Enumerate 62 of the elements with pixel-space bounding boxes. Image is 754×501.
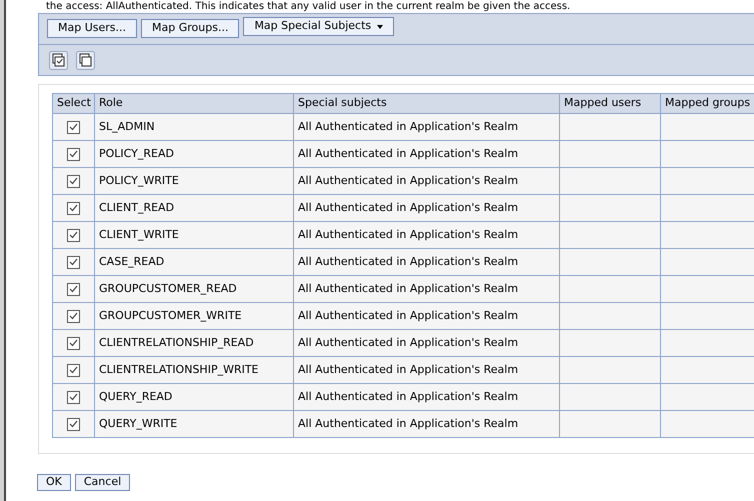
- role-name: SL_ADMIN: [99, 120, 155, 133]
- checkbox[interactable]: [67, 364, 80, 377]
- check-icon: [69, 150, 78, 158]
- column-header: Role: [94, 94, 294, 114]
- special-subjects-text: All Authenticated in Application's Realm: [298, 120, 518, 133]
- column-header: Mapped users: [560, 94, 660, 114]
- checkbox[interactable]: [67, 148, 80, 161]
- check-icon: [69, 285, 78, 294]
- role-name: GROUPCUSTOMER_READ: [99, 282, 237, 295]
- checkbox[interactable]: [67, 256, 80, 269]
- role-name: POLICY_READ: [99, 146, 174, 160]
- check-icon: [69, 123, 78, 132]
- check-icon: [69, 177, 78, 186]
- checkbox[interactable]: [67, 390, 80, 404]
- role-name: CLIENTRELATIONSHIP_WRITE: [99, 362, 259, 376]
- checkbox[interactable]: [67, 202, 80, 215]
- role-name: QUERY_WRITE: [99, 416, 178, 430]
- check-icon: [69, 204, 78, 212]
- check-icon: [69, 312, 78, 320]
- intro-text: the access: AllAuthenticated. This indicates that any valid user in the current realm be given the access.: [45, 0, 570, 13]
- map-button[interactable]: Map Groups...: [141, 19, 240, 38]
- special-subjects-text: All Authenticated in Application's Realm: [298, 308, 518, 322]
- check-icon: [69, 231, 78, 240]
- check-icon: [69, 258, 78, 266]
- checkbox[interactable]: [67, 418, 80, 431]
- role-name: QUERY_READ: [99, 390, 172, 403]
- role-name: CLIENT_WRITE: [99, 228, 179, 241]
- checkbox[interactable]: [67, 310, 80, 323]
- caret-icon: [377, 24, 384, 28]
- check-icon: [69, 393, 78, 402]
- dropdown-button[interactable]: Map Special Subjects: [243, 17, 394, 36]
- special-subjects-text: All Authenticated in Application's Realm: [298, 390, 518, 403]
- role-name: CLIENT_READ: [99, 200, 174, 214]
- special-subjects-text: All Authenticated in Application's Realm: [298, 282, 518, 295]
- special-subjects-text: All Authenticated in Application's Realm: [298, 416, 518, 430]
- special-subjects-text: All Authenticated in Application's Realm: [298, 228, 518, 241]
- role-name: CASE_READ: [99, 254, 164, 268]
- role-name: GROUPCUSTOMER_WRITE: [99, 308, 242, 322]
- checkbox[interactable]: [67, 336, 80, 350]
- special-subjects-text: All Authenticated in Application's Realm: [298, 174, 518, 187]
- checkbox[interactable]: [67, 174, 80, 188]
- special-subjects-text: All Authenticated in Application's Realm: [298, 146, 518, 160]
- check-icon: [69, 339, 78, 348]
- deselect-all-icon[interactable]: [76, 50, 95, 70]
- column-header: Special subjects: [294, 94, 560, 114]
- cancel-button[interactable]: Cancel: [74, 474, 130, 491]
- checkbox[interactable]: [67, 282, 80, 296]
- column-header: Mapped groups: [660, 94, 754, 114]
- role-name: CLIENTRELATIONSHIP_READ: [99, 336, 254, 349]
- checkbox[interactable]: [67, 228, 80, 242]
- map-button[interactable]: Map Users...: [47, 19, 138, 38]
- ok-button[interactable]: OK: [37, 474, 71, 491]
- special-subjects-text: All Authenticated in Application's Realm: [298, 254, 518, 268]
- check-icon: [69, 366, 78, 374]
- check-icon: [69, 420, 78, 428]
- role-name: POLICY_WRITE: [99, 174, 179, 187]
- checkbox[interactable]: [67, 120, 80, 134]
- special-subjects-text: All Authenticated in Application's Realm: [298, 336, 518, 349]
- column-header: Select: [52, 94, 94, 114]
- select-all-icon[interactable]: [49, 50, 68, 70]
- special-subjects-text: All Authenticated in Application's Realm: [298, 362, 518, 376]
- special-subjects-text: All Authenticated in Application's Realm: [298, 200, 518, 214]
